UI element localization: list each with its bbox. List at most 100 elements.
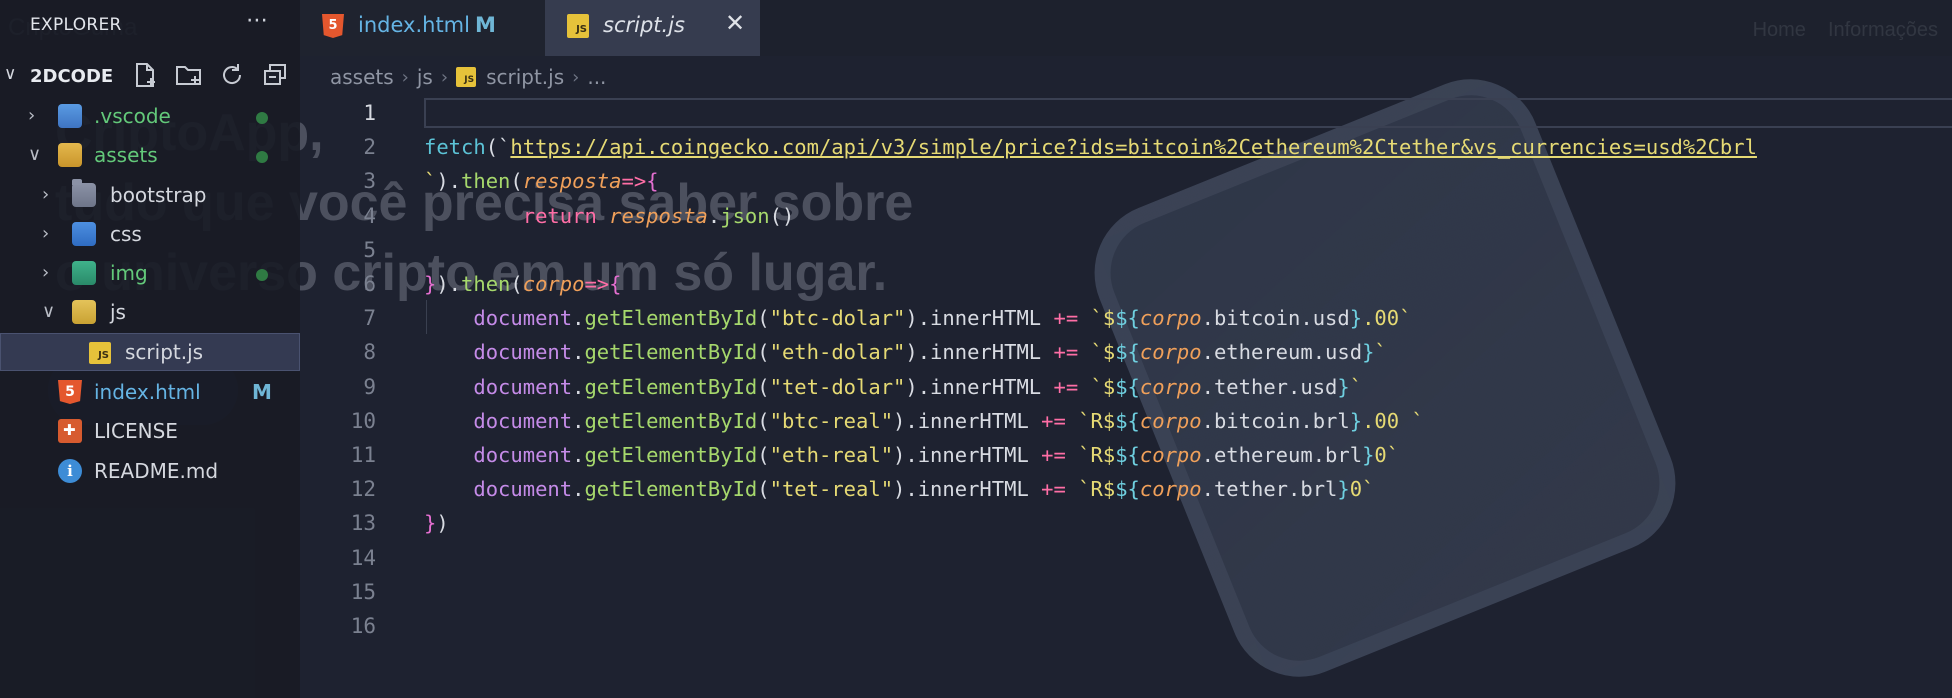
chevron-down-icon: ∨: [42, 301, 56, 322]
code-token: https://api.coingecko.com/api/v3/simple/…: [510, 135, 1757, 160]
line-number: 16: [350, 614, 376, 638]
code-token: `: [1349, 374, 1363, 399]
code-line: document.getElementById("tet-real").inne…: [424, 477, 1374, 501]
code-token: }: [424, 511, 437, 536]
code-token: .ethereum.brl: [1201, 443, 1363, 467]
code-token: (: [757, 374, 770, 399]
code-token: (: [757, 408, 770, 433]
code-token: (: [510, 169, 523, 194]
code-token: ${: [1115, 306, 1140, 331]
code-token: .: [572, 306, 585, 331]
code-token: .: [572, 408, 585, 433]
code-token: "tet-real": [769, 477, 894, 502]
new-file-icon[interactable]: [130, 62, 160, 92]
tree-item-license[interactable]: LICENSE: [0, 413, 300, 451]
js-file-icon: JS: [456, 67, 477, 87]
css-folder-icon: [72, 222, 96, 246]
collapse-all-icon[interactable]: [260, 62, 290, 92]
code-token: document: [473, 306, 573, 331]
chevron-down-icon[interactable]: ∨: [4, 64, 16, 84]
tree-item-index-html[interactable]: 5 index.html M: [0, 374, 300, 412]
breadcrumb-item[interactable]: script.js: [486, 65, 564, 89]
code-token: "tet-dolar": [769, 374, 906, 399]
tree-item-script-js[interactable]: JS script.js: [0, 333, 300, 371]
vscode-folder-icon: [58, 104, 82, 128]
code-line: fetch(`https://api.coingecko.com/api/v3/…: [424, 135, 1757, 159]
code-line: }).then(corpo=>{: [424, 272, 622, 296]
code-token: `$: [1078, 340, 1116, 365]
workspace-folder-name: 2DCODE: [30, 66, 114, 87]
tree-item-css[interactable]: › css: [0, 216, 300, 254]
html-file-icon: 5: [58, 380, 82, 404]
tree-item-readme[interactable]: i README.md: [0, 453, 300, 491]
workspace-folder-header[interactable]: ∨ 2DCODE: [0, 62, 300, 92]
refresh-icon[interactable]: [217, 62, 247, 92]
tree-item-label: js: [110, 300, 126, 324]
breadcrumb-item[interactable]: ...: [587, 65, 606, 89]
code-editor[interactable]: 1 2 fetch(`https://api.coingecko.com/api/v…: [300, 96, 1952, 698]
ellipsis-icon[interactable]: ⋯: [246, 8, 268, 33]
explorer-title: EXPLORER: [30, 15, 122, 35]
code-line: document.getElementById("tet-dolar").inn…: [424, 375, 1362, 399]
git-status-dot: [256, 112, 268, 124]
breadcrumb-item[interactable]: assets: [330, 65, 394, 89]
editor-tab-bar: 5 index.html M JS script.js ✕: [300, 0, 1952, 56]
tab-script-js[interactable]: JS script.js ✕: [545, 0, 760, 56]
tree-item-img[interactable]: › img: [0, 255, 300, 293]
tab-index-html[interactable]: 5 index.html M: [300, 0, 545, 56]
code-line: document.getElementById("btc-dolar").inn…: [424, 306, 1411, 330]
code-token: `R$: [1065, 408, 1116, 433]
code-token: `$: [1078, 306, 1116, 331]
line-number: 7: [363, 306, 376, 331]
tree-item-bootstrap[interactable]: › bootstrap: [0, 177, 300, 215]
line-number: 12: [350, 477, 376, 502]
code-token: .: [572, 443, 585, 467]
code-line: return resposta.json(): [424, 203, 795, 228]
code-token: `R$: [1065, 443, 1116, 467]
tab-label: script.js: [603, 13, 685, 37]
code-token: }: [424, 272, 437, 296]
code-token: ${: [1115, 443, 1140, 467]
code-token: (: [757, 306, 770, 331]
code-token: "eth-dolar": [769, 340, 906, 365]
code-token: }: [1362, 443, 1375, 467]
code-token: .tether.usd: [1201, 374, 1338, 399]
close-icon[interactable]: ✕: [725, 9, 745, 37]
code-token: corpo: [1139, 306, 1202, 331]
code-token: return: [522, 203, 610, 228]
tree-item-assets[interactable]: ∨ assets: [0, 137, 300, 175]
code-token: ${: [1115, 408, 1140, 433]
code-token: getElementById: [584, 477, 758, 502]
code-token: +=: [1053, 340, 1079, 365]
chevron-right-icon: ›: [42, 184, 50, 205]
code-token: `R$: [1065, 477, 1116, 502]
tree-item-js[interactable]: ∨ js: [0, 294, 300, 332]
code-token: +=: [1053, 374, 1079, 399]
breadcrumb-item[interactable]: js: [417, 65, 433, 89]
code-token: ${: [1115, 374, 1140, 399]
line-number: 14: [350, 545, 376, 570]
code-token: `: [1374, 340, 1387, 365]
code-token: ).: [436, 272, 462, 296]
code-token: corpo: [1139, 374, 1202, 399]
explorer-sidebar: EXPLORER ⋯ ∨ 2DCODE › .vscode ∨ assets ›…: [0, 0, 300, 698]
code-token: then: [461, 169, 511, 194]
code-token: {: [646, 169, 659, 194]
chevron-right-icon: ›: [572, 66, 580, 88]
tree-item-label: script.js: [125, 340, 204, 364]
code-token: "btc-dolar": [769, 306, 906, 331]
code-token: `: [424, 169, 437, 194]
code-token: corpo: [1139, 443, 1202, 467]
code-token: .bitcoin.usd: [1201, 306, 1350, 331]
code-token: ).innerHTML: [905, 306, 1054, 331]
tree-item-vscode[interactable]: › .vscode: [0, 98, 300, 136]
code-token: getElementById: [584, 340, 758, 365]
code-token: .: [707, 203, 721, 228]
new-folder-icon[interactable]: [174, 62, 204, 92]
code-token: ).innerHTML: [893, 477, 1042, 502]
code-line: document.getElementById("eth-real").inne…: [424, 443, 1399, 467]
chevron-right-icon: ›: [42, 223, 50, 244]
